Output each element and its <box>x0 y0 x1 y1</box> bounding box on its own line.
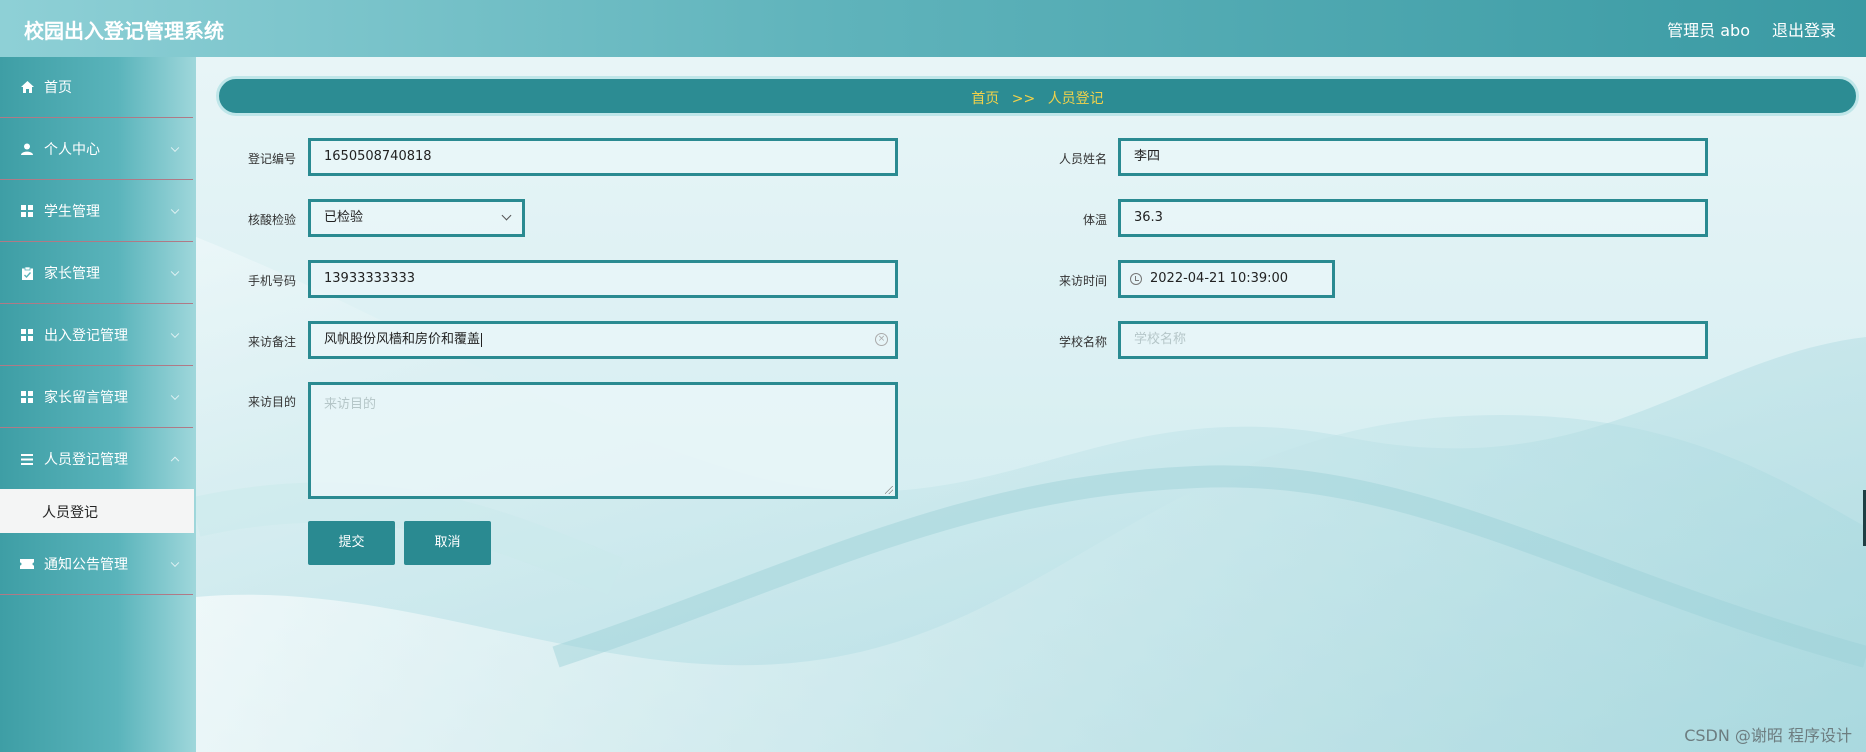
temperature-input[interactable]: 36.3 <box>1118 199 1708 237</box>
breadcrumb-separator: >> <box>1011 91 1036 107</box>
sidebar-item-parents[interactable]: 家长管理 <box>0 243 193 304</box>
sidebar-item-personal-center[interactable]: 个人中心 <box>0 119 193 180</box>
school-name-label: 学校名称 <box>1058 335 1107 349</box>
sidebar-item-students[interactable]: 学生管理 <box>0 181 193 242</box>
resize-handle-icon[interactable] <box>885 486 893 494</box>
breadcrumb-home[interactable]: 首页 <box>971 91 999 107</box>
name-label: 人员姓名 <box>1058 152 1107 166</box>
chevron-down-icon <box>170 391 180 401</box>
temperature-label: 体温 <box>1082 213 1107 227</box>
chevron-down-icon <box>170 267 180 277</box>
chevron-down-icon <box>501 210 512 221</box>
watermark: CSDN @谢昭 程序设计 <box>1684 726 1852 745</box>
visit-remark-value: 风帆股份风樯和房价和覆盖 <box>324 332 481 347</box>
user-icon <box>20 142 34 156</box>
home-icon <box>20 80 34 94</box>
grid-icon <box>20 390 34 404</box>
visit-purpose-placeholder: 来访目的 <box>324 397 377 412</box>
sidebar-item-label: 出入登记管理 <box>44 328 128 344</box>
name-input[interactable]: 李四 <box>1118 138 1708 176</box>
visit-purpose-label: 来访目的 <box>247 395 296 409</box>
visit-time-picker[interactable]: 2022-04-21 10:39:00 <box>1118 260 1335 298</box>
sidebar-item-label: 人员登记管理 <box>44 452 128 468</box>
ticket-icon <box>20 557 34 571</box>
top-header: 校园出入登记管理系统 管理员 abo 退出登录 <box>0 0 1866 57</box>
reg-no-label: 登记编号 <box>247 152 296 166</box>
visit-time-label: 来访时间 <box>1058 274 1107 288</box>
visit-remark-input[interactable]: 风帆股份风樯和房价和覆盖 × <box>308 321 898 359</box>
sidebar-item-label: 家长留言管理 <box>44 390 128 406</box>
chevron-down-icon <box>170 143 180 153</box>
clipboard-icon <box>20 266 34 280</box>
sidebar-item-label: 首页 <box>44 80 72 96</box>
visit-purpose-textarea[interactable]: 来访目的 <box>308 382 898 499</box>
reg-no-input[interactable]: 1650508740818 <box>308 138 898 176</box>
breadcrumb: 首页 >> 人员登记 <box>216 76 1859 116</box>
app-title: 校园出入登记管理系统 <box>24 19 224 43</box>
submit-button[interactable]: 提交 <box>308 521 395 565</box>
sidebar-item-notices[interactable]: 通知公告管理 <box>0 534 193 595</box>
grid-icon <box>20 204 34 218</box>
sidebar-item-label: 个人中心 <box>44 142 100 158</box>
visit-time-value: 2022-04-21 10:39:00 <box>1150 271 1289 286</box>
submenu-item-label: 人员登记 <box>42 505 98 521</box>
clear-icon[interactable]: × <box>875 333 888 346</box>
nucleic-test-select[interactable]: 已检验 <box>308 199 525 237</box>
chevron-down-icon <box>170 205 180 215</box>
nucleic-test-value: 已检验 <box>324 210 364 225</box>
main-content: 首页 >> 人员登记 登记编号 1650508740818 人员姓名 李四 核酸… <box>196 57 1866 752</box>
visit-remark-label: 来访备注 <box>247 335 296 349</box>
chevron-down-icon <box>170 558 180 568</box>
nucleic-test-label: 核酸检验 <box>247 213 296 227</box>
phone-label: 手机号码 <box>247 274 296 288</box>
clock-icon <box>1130 273 1142 285</box>
phone-input[interactable]: 13933333333 <box>308 260 898 298</box>
grid-icon <box>20 328 34 342</box>
text-caret <box>481 332 483 347</box>
cancel-button[interactable]: 取消 <box>404 521 491 565</box>
sidebar-item-entry-exit[interactable]: 出入登记管理 <box>0 305 193 366</box>
chevron-up-icon <box>170 456 180 466</box>
admin-user-label: 管理员 abo <box>1667 21 1750 40</box>
sidebar-item-label: 通知公告管理 <box>44 557 128 573</box>
submenu-item-personnel-registration[interactable]: 人员登记 <box>0 489 194 533</box>
sidebar-item-home[interactable]: 首页 <box>0 57 193 118</box>
sidebar-item-parent-messages[interactable]: 家长留言管理 <box>0 367 193 428</box>
breadcrumb-current: 人员登记 <box>1047 91 1104 107</box>
school-name-input[interactable]: 学校名称 <box>1118 321 1708 359</box>
list-icon <box>20 452 34 466</box>
sidebar-item-personnel-registration[interactable]: 人员登记管理 <box>0 429 193 490</box>
sidebar-item-label: 学生管理 <box>44 204 100 220</box>
sidebar-item-label: 家长管理 <box>44 266 100 282</box>
chevron-down-icon <box>170 329 180 339</box>
sidebar: 首页 个人中心 学生管理 家长管理 出入登记管理 家长留言管理 人员登记管理 人… <box>0 57 196 752</box>
logout-link[interactable]: 退出登录 <box>1772 17 1836 41</box>
